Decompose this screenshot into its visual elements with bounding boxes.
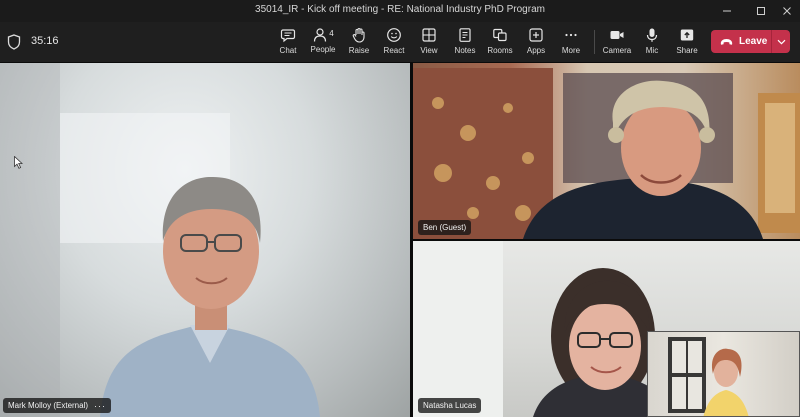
people-icon bbox=[314, 28, 327, 42]
video-tile-mark-molloy[interactable]: Mark Molloy (External) ··· bbox=[0, 63, 410, 417]
grid-icon bbox=[422, 28, 436, 42]
notes-icon bbox=[459, 28, 471, 42]
view-button[interactable]: View bbox=[409, 26, 449, 60]
leave-label: Leave bbox=[739, 36, 768, 47]
meeting-timer: 35:16 bbox=[31, 35, 59, 47]
notes-button[interactable]: Notes bbox=[445, 26, 485, 60]
self-view-tile[interactable] bbox=[647, 331, 800, 417]
leave-button[interactable]: Leave bbox=[711, 30, 771, 53]
raise-hand-button[interactable]: Raise bbox=[339, 26, 379, 60]
participant-video-feed bbox=[413, 68, 800, 239]
participant-name: Ben (Guest) bbox=[423, 223, 467, 232]
hang-up-icon bbox=[720, 38, 733, 45]
close-window-button[interactable] bbox=[772, 0, 800, 22]
participant-video-feed bbox=[0, 63, 320, 417]
chat-button[interactable]: Chat bbox=[268, 26, 308, 60]
people-count-badge: 4 bbox=[329, 29, 334, 38]
leave-button-group: Leave bbox=[711, 30, 790, 53]
participant-name-tag: Mark Molloy (External) ··· bbox=[3, 398, 112, 413]
camera-button[interactable]: Camera bbox=[597, 26, 637, 60]
meeting-toolbar: 35:16 Chat 4 People Raise React View Not… bbox=[0, 22, 800, 62]
apps-icon bbox=[529, 28, 543, 42]
participant-name: Mark Molloy (External) bbox=[8, 401, 89, 410]
mouse-cursor-icon bbox=[14, 156, 23, 169]
video-tile-ben[interactable]: Ben (Guest) bbox=[413, 63, 800, 239]
raise-label: Raise bbox=[348, 46, 370, 55]
apps-label: Apps bbox=[526, 46, 546, 55]
window-title: 35014_IR - Kick off meeting - RE: Nation… bbox=[255, 4, 545, 15]
minimize-icon bbox=[723, 10, 731, 12]
rooms-icon bbox=[493, 28, 507, 42]
participant-more-options-button[interactable]: ··· bbox=[94, 401, 106, 411]
chat-icon bbox=[280, 29, 296, 43]
more-icon bbox=[565, 33, 577, 37]
notes-label: Notes bbox=[454, 46, 476, 55]
react-label: React bbox=[383, 46, 405, 55]
react-button[interactable]: React bbox=[374, 26, 414, 60]
rooms-button[interactable]: Rooms bbox=[480, 26, 520, 60]
chevron-down-icon bbox=[777, 39, 785, 45]
smile-icon bbox=[387, 28, 401, 42]
camera-icon bbox=[610, 31, 624, 39]
apps-button[interactable]: Apps bbox=[516, 26, 556, 60]
rooms-label: Rooms bbox=[487, 46, 513, 55]
leave-options-button[interactable] bbox=[772, 30, 790, 53]
view-label: View bbox=[420, 46, 438, 55]
more-label: More bbox=[561, 46, 581, 55]
minimize-button[interactable] bbox=[712, 0, 742, 22]
participant-name: Natasha Lucas bbox=[423, 401, 477, 410]
more-button[interactable]: More bbox=[551, 26, 591, 60]
people-label: People bbox=[310, 45, 336, 54]
toolbar-divider bbox=[594, 30, 595, 54]
participant-name-tag: Ben (Guest) bbox=[418, 220, 472, 235]
title-bar: 35014_IR - Kick off meeting - RE: Nation… bbox=[0, 0, 800, 22]
shield-icon[interactable] bbox=[7, 34, 21, 50]
people-button[interactable]: 4 People bbox=[303, 26, 343, 60]
close-icon bbox=[783, 7, 791, 15]
self-video-feed bbox=[668, 337, 749, 416]
share-label: Share bbox=[676, 46, 698, 55]
share-icon bbox=[680, 29, 694, 41]
hand-icon bbox=[352, 27, 365, 43]
participant-name-tag: Natasha Lucas bbox=[418, 398, 482, 413]
mic-button[interactable]: Mic bbox=[632, 26, 672, 60]
maximize-icon bbox=[757, 7, 765, 15]
mic-label: Mic bbox=[645, 46, 659, 55]
camera-label: Camera bbox=[602, 46, 632, 55]
mic-icon bbox=[646, 28, 658, 42]
share-button[interactable]: Share bbox=[667, 26, 707, 60]
chat-label: Chat bbox=[279, 46, 297, 55]
